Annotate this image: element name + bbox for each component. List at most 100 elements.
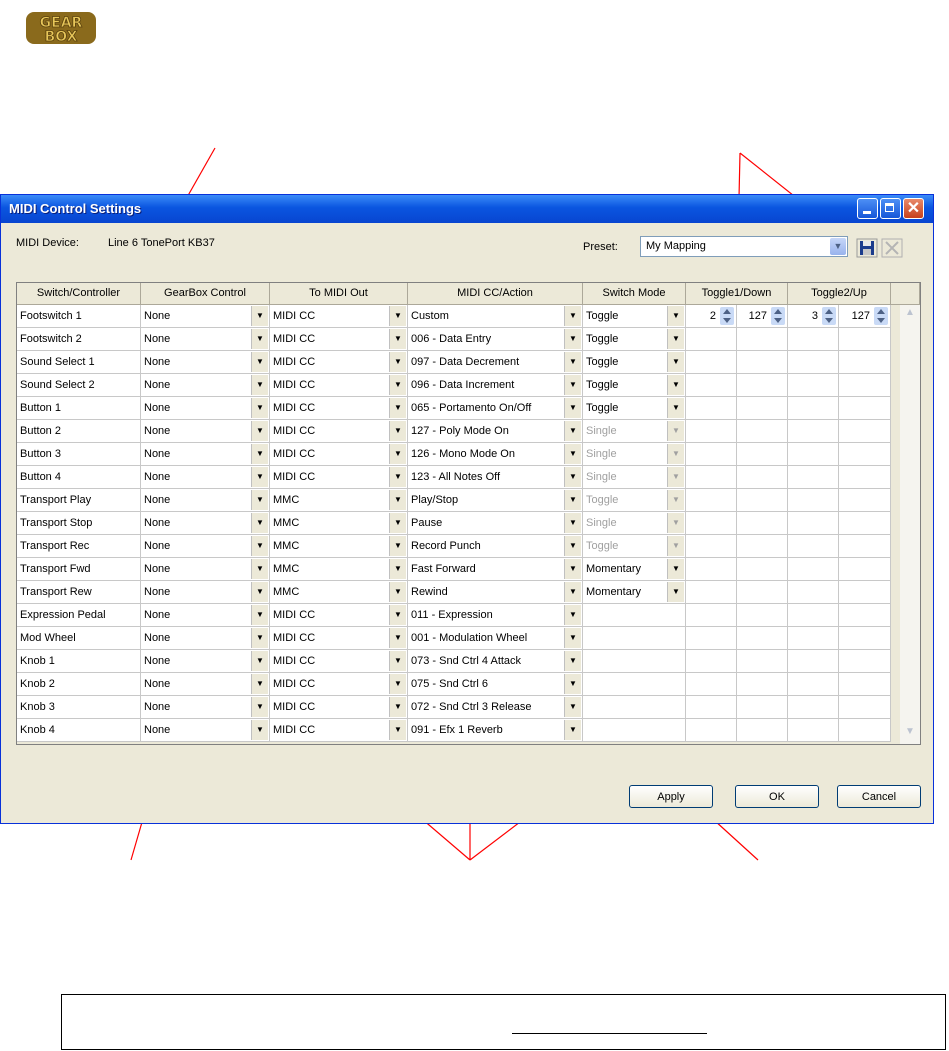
gearbox-control-select[interactable]: None ▼ — [141, 351, 270, 374]
save-preset-button[interactable] — [856, 238, 878, 258]
toggle2-value-stepper[interactable]: 127 — [839, 305, 891, 328]
midi-out-select[interactable]: MMC ▼ — [270, 489, 408, 512]
scroll-up-icon[interactable]: ▲ — [902, 307, 918, 323]
dropdown-arrow-icon[interactable]: ▼ — [564, 513, 581, 533]
midi-out-select[interactable]: MIDI CC ▼ — [270, 443, 408, 466]
dropdown-arrow-icon[interactable]: ▼ — [251, 375, 268, 395]
dropdown-arrow-icon[interactable]: ▼ — [389, 513, 406, 533]
dropdown-arrow-icon[interactable]: ▼ — [564, 720, 581, 740]
dropdown-arrow-icon[interactable]: ▼ — [564, 375, 581, 395]
midi-out-select[interactable]: MIDI CC ▼ — [270, 328, 408, 351]
gearbox-control-select[interactable]: None ▼ — [141, 719, 270, 742]
gearbox-control-select[interactable]: None ▼ — [141, 443, 270, 466]
midi-out-select[interactable]: MIDI CC ▼ — [270, 673, 408, 696]
dropdown-arrow-icon[interactable]: ▼ — [389, 398, 406, 418]
up-down-arrows-icon[interactable] — [822, 307, 836, 325]
title-bar[interactable]: MIDI Control Settings ✕ — [1, 195, 933, 223]
dropdown-arrow-icon[interactable]: ▼ — [389, 306, 406, 326]
dropdown-arrow-icon[interactable]: ▼ — [251, 697, 268, 717]
delete-preset-button[interactable] — [881, 238, 903, 258]
midi-out-select[interactable]: MIDI CC ▼ — [270, 420, 408, 443]
gearbox-control-select[interactable]: None ▼ — [141, 604, 270, 627]
midi-cc-action-select[interactable]: Custom ▼ — [408, 305, 583, 328]
gearbox-control-select[interactable]: None ▼ — [141, 512, 270, 535]
dropdown-arrow-icon[interactable]: ▼ — [564, 352, 581, 372]
preset-select[interactable]: My Mapping ▼ — [640, 236, 848, 257]
midi-out-select[interactable]: MIDI CC ▼ — [270, 466, 408, 489]
midi-cc-action-select[interactable]: 001 - Modulation Wheel ▼ — [408, 627, 583, 650]
midi-cc-action-select[interactable]: 091 - Efx 1 Reverb ▼ — [408, 719, 583, 742]
dropdown-arrow-icon[interactable]: ▼ — [389, 490, 406, 510]
dropdown-arrow-icon[interactable]: ▼ — [251, 582, 268, 602]
midi-cc-action-select[interactable]: 097 - Data Decrement ▼ — [408, 351, 583, 374]
dropdown-arrow-icon[interactable]: ▼ — [564, 467, 581, 487]
switch-mode-select[interactable]: Toggle ▼ — [583, 374, 686, 397]
dropdown-arrow-icon[interactable]: ▼ — [564, 674, 581, 694]
chevron-down-icon[interactable]: ▼ — [830, 238, 846, 255]
switch-mode-select[interactable]: Momentary ▼ — [583, 581, 686, 604]
dropdown-arrow-icon[interactable]: ▼ — [564, 651, 581, 671]
midi-cc-action-select[interactable]: Play/Stop ▼ — [408, 489, 583, 512]
dropdown-arrow-icon[interactable]: ▼ — [251, 490, 268, 510]
dropdown-arrow-icon[interactable]: ▼ — [389, 329, 406, 349]
midi-cc-action-select[interactable]: Record Punch ▼ — [408, 535, 583, 558]
dropdown-arrow-icon[interactable]: ▼ — [251, 513, 268, 533]
gearbox-control-select[interactable]: None ▼ — [141, 466, 270, 489]
gearbox-control-select[interactable]: None ▼ — [141, 535, 270, 558]
switch-mode-select[interactable]: Momentary ▼ — [583, 558, 686, 581]
dropdown-arrow-icon[interactable]: ▼ — [389, 536, 406, 556]
dropdown-arrow-icon[interactable]: ▼ — [251, 329, 268, 349]
dropdown-arrow-icon[interactable]: ▼ — [389, 559, 406, 579]
dropdown-arrow-icon[interactable]: ▼ — [251, 720, 268, 740]
gearbox-control-select[interactable]: None ▼ — [141, 581, 270, 604]
cancel-button[interactable]: Cancel — [837, 785, 921, 808]
dropdown-arrow-icon[interactable]: ▼ — [251, 306, 268, 326]
gearbox-control-select[interactable]: None ▼ — [141, 673, 270, 696]
dropdown-arrow-icon[interactable]: ▼ — [251, 444, 268, 464]
dropdown-arrow-icon[interactable]: ▼ — [389, 352, 406, 372]
switch-mode-select[interactable]: Toggle ▼ — [583, 305, 686, 328]
midi-cc-action-select[interactable]: 123 - All Notes Off ▼ — [408, 466, 583, 489]
gearbox-control-select[interactable]: None ▼ — [141, 489, 270, 512]
dropdown-arrow-icon[interactable]: ▼ — [564, 582, 581, 602]
midi-cc-action-select[interactable]: 006 - Data Entry ▼ — [408, 328, 583, 351]
dropdown-arrow-icon[interactable]: ▼ — [667, 582, 684, 602]
dropdown-arrow-icon[interactable]: ▼ — [251, 605, 268, 625]
midi-out-select[interactable]: MIDI CC ▼ — [270, 305, 408, 328]
maximize-button[interactable] — [880, 198, 901, 219]
gearbox-control-select[interactable]: None ▼ — [141, 627, 270, 650]
dropdown-arrow-icon[interactable]: ▼ — [251, 352, 268, 372]
dropdown-arrow-icon[interactable]: ▼ — [389, 697, 406, 717]
midi-cc-action-select[interactable]: Fast Forward ▼ — [408, 558, 583, 581]
midi-out-select[interactable]: MIDI CC ▼ — [270, 696, 408, 719]
dropdown-arrow-icon[interactable]: ▼ — [389, 720, 406, 740]
toggle2-channel-stepper[interactable]: 3 — [788, 305, 839, 328]
dropdown-arrow-icon[interactable]: ▼ — [251, 421, 268, 441]
dropdown-arrow-icon[interactable]: ▼ — [389, 605, 406, 625]
midi-out-select[interactable]: MIDI CC ▼ — [270, 397, 408, 420]
up-down-arrows-icon[interactable] — [720, 307, 734, 325]
dropdown-arrow-icon[interactable]: ▼ — [389, 444, 406, 464]
ok-button[interactable]: OK — [735, 785, 819, 808]
midi-out-select[interactable]: MMC ▼ — [270, 512, 408, 535]
midi-out-select[interactable]: MMC ▼ — [270, 581, 408, 604]
dropdown-arrow-icon[interactable]: ▼ — [251, 651, 268, 671]
midi-cc-action-select[interactable]: 127 - Poly Mode On ▼ — [408, 420, 583, 443]
midi-cc-action-select[interactable]: Pause ▼ — [408, 512, 583, 535]
switch-mode-select[interactable]: Toggle ▼ — [583, 328, 686, 351]
midi-cc-action-select[interactable]: 073 - Snd Ctrl 4 Attack ▼ — [408, 650, 583, 673]
dropdown-arrow-icon[interactable]: ▼ — [564, 605, 581, 625]
dropdown-arrow-icon[interactable]: ▼ — [251, 628, 268, 648]
dropdown-arrow-icon[interactable]: ▼ — [389, 628, 406, 648]
midi-cc-action-select[interactable]: 072 - Snd Ctrl 3 Release ▼ — [408, 696, 583, 719]
midi-cc-action-select[interactable]: 065 - Portamento On/Off ▼ — [408, 397, 583, 420]
dropdown-arrow-icon[interactable]: ▼ — [389, 582, 406, 602]
midi-out-select[interactable]: MIDI CC ▼ — [270, 650, 408, 673]
dropdown-arrow-icon[interactable]: ▼ — [564, 490, 581, 510]
dropdown-arrow-icon[interactable]: ▼ — [564, 306, 581, 326]
midi-cc-action-select[interactable]: 126 - Mono Mode On ▼ — [408, 443, 583, 466]
gearbox-control-select[interactable]: None ▼ — [141, 650, 270, 673]
switch-mode-select[interactable]: Toggle ▼ — [583, 397, 686, 420]
dropdown-arrow-icon[interactable]: ▼ — [564, 628, 581, 648]
midi-out-select[interactable]: MIDI CC ▼ — [270, 374, 408, 397]
